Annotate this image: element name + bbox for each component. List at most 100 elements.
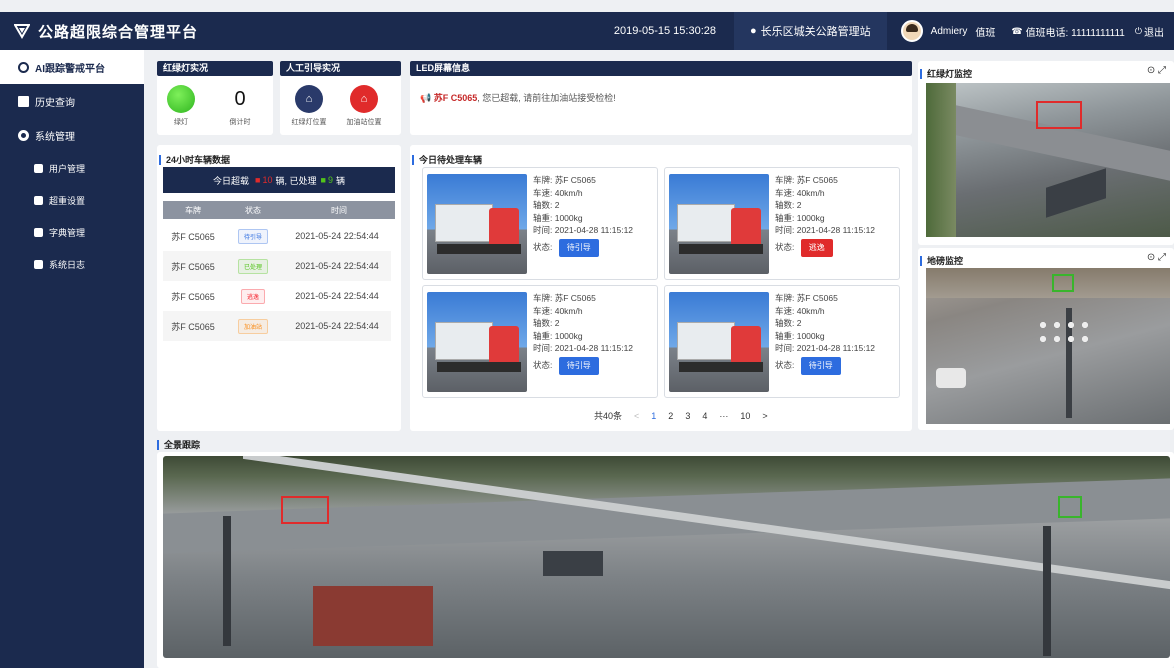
light-camera-panel: 红绿灯监控 ⊙ ⤢ [918, 61, 1174, 245]
sidebar-item-label: 系统日志 [49, 259, 86, 270]
datetime: 2019-05-15 15:30:28 [613, 25, 716, 37]
station-selector[interactable]: ● 长乐区城关公路管理站 [734, 12, 887, 50]
table-header: 车牌 状态 时间 [163, 201, 395, 219]
sidebar-item-label: 用户管理 [49, 163, 86, 174]
avatar[interactable] [900, 20, 923, 42]
processed-count: 9 [327, 175, 333, 185]
sidebar-item-label: 历史查询 [35, 97, 75, 109]
sidebar-item-users[interactable]: 用户管理 [0, 152, 144, 184]
sidebar-item-dictionary[interactable]: 字典管理 [0, 216, 144, 248]
panel-title: 地磅监控 [920, 254, 963, 267]
vehicle-card[interactable]: 车牌: 苏F C5065 车速: 40km/h 轴数: 2 轴重: 1000kg… [422, 285, 658, 398]
sidebar: AI跟踪警戒平台 历史查询 系统管理 用户管理 超重设置 字典管理 系统日志 [0, 50, 144, 668]
vehicle-speed: 车速: 40km/h [775, 187, 825, 198]
countdown-value: 0 [234, 88, 246, 110]
sidebar-item-label: 系统管理 [35, 131, 75, 143]
table-row[interactable]: 苏F C5065 加油站 2021-05-24 22:54:44 [163, 311, 391, 341]
sidebar-item-system[interactable]: 系统管理 [0, 118, 144, 152]
summary-mid: 辆, 已处理 [275, 175, 317, 186]
sidebar-item-label: 超重设置 [49, 195, 86, 206]
green-light-indicator [167, 85, 195, 113]
status-badge: 待引导 [237, 228, 268, 244]
vehicle-axles: 轴数: 2 [533, 200, 560, 210]
vehicle-plate: 车牌: 苏F C5065 [775, 175, 838, 185]
table-row[interactable]: 苏F C5065 待引导 2021-05-24 22:54:44 [163, 221, 391, 251]
vehicle-card[interactable]: 车牌: 苏F C5065 车速: 40km/h 轴数: 2 轴重: 1000kg… [664, 167, 900, 280]
table-row[interactable]: 苏F C5065 逃逸 2021-05-24 22:54:44 [163, 281, 391, 311]
gear-icon [18, 129, 29, 141]
status-label: 状态: [775, 359, 795, 370]
status-button[interactable]: 待引导 [800, 356, 841, 375]
light-position-button[interactable]: ⌂ [295, 85, 323, 113]
sidebar-item-ai-tracking[interactable]: AI跟踪警戒平台 [0, 50, 144, 84]
status-label: 状态: [775, 241, 795, 252]
light-camera-feed [926, 83, 1170, 237]
pager-page-3[interactable]: 3 [685, 411, 690, 421]
history-icon [18, 95, 29, 107]
power-icon[interactable]: ⏻ [1135, 26, 1142, 37]
pager-prev[interactable]: < [634, 411, 639, 421]
summary-prefix: 今日超载 [213, 175, 250, 186]
sidebar-item-label: 字典管理 [49, 227, 86, 238]
status-badge: 加油站 [237, 318, 268, 334]
vehicle-axles: 轴数: 2 [775, 200, 802, 210]
pager-page-10[interactable]: 10 [740, 411, 750, 421]
sidebar-item-overweight[interactable]: 超重设置 [0, 184, 144, 216]
vehicle-speed: 车速: 40km/h [775, 305, 825, 316]
logout-button[interactable]: 退出 [1144, 24, 1164, 39]
panel-title: 24小时车辆数据 [159, 153, 230, 166]
camera-controls[interactable]: ⊙ ⤢ [1147, 65, 1166, 76]
led-message: , 您已超载, 请前往加油站接受检检! [477, 93, 616, 103]
pager-page-2[interactable]: 2 [668, 411, 673, 421]
panel-title: 红绿灯监控 [920, 67, 972, 80]
location-icon: ● [750, 25, 757, 37]
vehicle-speed: 车速: 40km/h [533, 305, 583, 316]
guide-panel: 人工引导实况 ⌂ 红绿灯位置 ⌂ 加油站位置 [280, 61, 401, 135]
light-position-label: 红绿灯位置 [291, 119, 327, 126]
vehicle-time: 时间: 2021-04-28 11:15:12 [533, 343, 634, 353]
vehicle-plate: 车牌: 苏F C5065 [533, 175, 596, 185]
truck-photo [427, 292, 527, 392]
overload-count: 10 [262, 175, 273, 185]
pager-next[interactable]: > [762, 411, 767, 421]
vehicle-card[interactable]: 车牌: 苏F C5065 车速: 40km/h 轴数: 2 轴重: 1000kg… [422, 167, 658, 280]
status-button[interactable]: 待引导 [558, 356, 599, 375]
status-button[interactable]: 待引导 [558, 238, 599, 257]
vehicle-weight: 轴重: 1000kg [775, 330, 825, 341]
truck-photo [427, 174, 527, 274]
status-button[interactable]: 逃逸 [800, 238, 833, 257]
status-badge: 逃逸 [240, 288, 265, 304]
sidebar-item-history[interactable]: 历史查询 [0, 84, 144, 118]
row-plate: 苏F C5065 [171, 291, 215, 302]
target-icon [18, 61, 29, 73]
vehicle-axles: 轴数: 2 [775, 318, 802, 328]
vehicle-card[interactable]: 车牌: 苏F C5065 车速: 40km/h 轴数: 2 轴重: 1000kg… [664, 285, 900, 398]
station-name: 长乐区城关公路管理站 [760, 26, 871, 38]
sidebar-item-logs[interactable]: 系统日志 [0, 248, 144, 280]
row-plate: 苏F C5065 [171, 261, 215, 272]
pager-total: 共40条 [594, 411, 623, 421]
user-name: Admiery [930, 25, 968, 37]
pager-page-1[interactable]: 1 [651, 411, 656, 421]
pager-page-4[interactable]: 4 [702, 411, 707, 421]
user-icon [34, 163, 43, 173]
pagination: 共40条 < 1 2 3 4 ··· 10 > [594, 409, 780, 422]
panel-header: 人工引导实况 [280, 61, 401, 76]
truck-photo [669, 174, 769, 274]
vehicle-time: 时间: 2021-04-28 11:15:12 [775, 225, 876, 235]
camera-controls[interactable]: ⊙ ⤢ [1147, 252, 1166, 263]
led-panel: LED屏幕信息 📢 苏F C5065, 您已超载, 请前往加油站接受检检! [410, 61, 912, 135]
truck-icon: ■ [320, 175, 326, 185]
led-plate: 苏F C5065 [433, 93, 478, 103]
stats-summary: 今日超载 ■ 10 辆, 已处理 ■ 9 辆 [163, 167, 395, 193]
top-bar: 公路超限综合管理平台 2019-05-15 15:30:28 ● 长乐区城关公路… [0, 12, 1174, 50]
table-row[interactable]: 苏F C5065 已处理 2021-05-24 22:54:44 [163, 251, 391, 281]
book-icon [34, 227, 43, 237]
vehicle-axles: 轴数: 2 [533, 318, 560, 328]
weigh-camera-feed [926, 268, 1170, 424]
panel-header: LED屏幕信息 [410, 61, 912, 76]
row-time: 2021-05-24 22:54:44 [295, 231, 379, 241]
app-title: 公路超限综合管理平台 [38, 23, 199, 41]
app-logo: 公路超限综合管理平台 [14, 21, 198, 42]
gas-station-button[interactable]: ⌂ [350, 85, 378, 113]
